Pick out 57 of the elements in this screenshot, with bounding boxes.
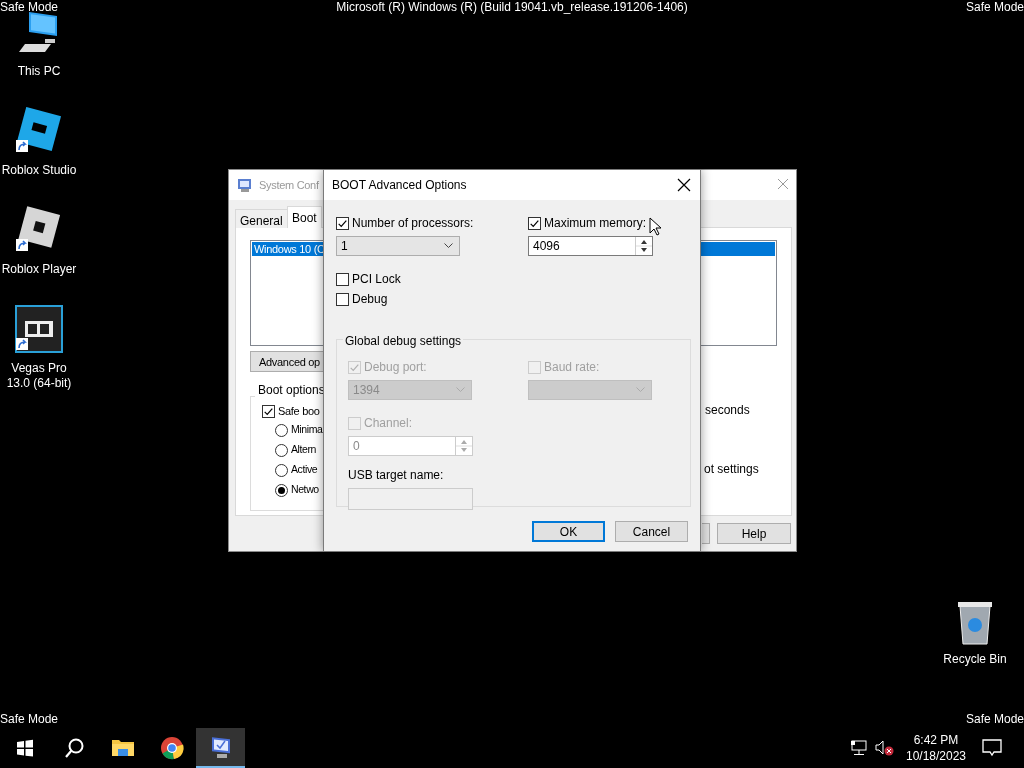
network-icon[interactable] <box>850 740 868 756</box>
icon-label: Roblox Player <box>1 262 77 277</box>
checkbox-label: Baud rate: <box>544 359 600 376</box>
chevron-down-icon <box>456 387 465 393</box>
checkbox[interactable] <box>528 216 541 230</box>
timeout-unit-text: seconds <box>705 402 750 419</box>
tab[interactable]: Boot <box>287 206 322 228</box>
icon-label: Recycle Bin <box>943 652 1007 667</box>
window-title: System Conf <box>259 177 319 193</box>
safe-mode-label: Safe Mode <box>0 712 59 726</box>
processor-count-select[interactable]: 1 <box>336 236 460 256</box>
checkbox-label: Channel: <box>364 415 413 432</box>
safe-mode-label: Safe Mode <box>0 0 59 14</box>
checkbox-label: Debug port: <box>364 359 427 376</box>
safe-mode-label: Safe Mode <box>965 0 1024 14</box>
ok-button[interactable]: OK <box>532 521 605 542</box>
checkbox[interactable] <box>336 216 349 230</box>
cancel-button[interactable]: Cancel <box>615 521 688 542</box>
browser-icon <box>159 736 184 760</box>
square-logo-icon[interactable] <box>15 206 63 254</box>
radio-label: Altern <box>291 442 317 458</box>
icon-label: This PC <box>17 64 61 79</box>
computer-settings-button[interactable] <box>196 728 245 768</box>
checkbox-label: Number of processors: <box>352 215 474 232</box>
advanced-options-button[interactable]: Advanced op <box>250 351 324 372</box>
mouse-pointer-icon <box>649 216 661 236</box>
window-app-icon <box>237 177 253 193</box>
search-icon <box>63 738 84 758</box>
dialog-title: BOOT Advanced Options <box>332 177 467 194</box>
checkbox-label: Safe boo <box>278 403 320 419</box>
checkbox-label: Debug <box>352 291 388 308</box>
checkbox-label: Maximum memory: <box>544 215 646 232</box>
close-icon[interactable] <box>677 178 691 192</box>
square-logo-icon[interactable] <box>15 107 63 155</box>
film-strip-icon[interactable] <box>15 305 63 353</box>
radio-label: Active <box>291 462 318 478</box>
chevron-down-icon <box>444 243 453 249</box>
speaker-icon[interactable] <box>874 740 894 756</box>
tab[interactable]: General <box>235 209 288 228</box>
make-permanent-text: ot settings <box>704 461 759 478</box>
windows-logo-icon <box>14 738 35 758</box>
checkbox[interactable] <box>336 292 349 306</box>
checkbox[interactable] <box>336 272 349 286</box>
memory-spin-field[interactable]: 4096 <box>528 236 653 256</box>
clock-time[interactable]: 6:42 PM <box>900 732 972 748</box>
icon-label: Roblox Studio <box>1 163 77 178</box>
build-info-text: Microsoft (R) Windows (R) (Build 19041.vb_release.191206-1406) <box>336 0 688 14</box>
radio-label: Netwo <box>291 482 319 498</box>
checkbox-label: PCI Lock <box>352 271 401 288</box>
safe-mode-label: Safe Mode <box>965 712 1024 726</box>
icon-label: Vegas Pro 13.0 (64-bit) <box>5 361 73 391</box>
field-label: USB target name: <box>348 467 445 484</box>
help-button[interactable]: Help <box>717 523 791 544</box>
clock-date[interactable]: 10/18/2023 <box>900 748 972 764</box>
chevron-down-icon <box>636 387 645 393</box>
notification-icon[interactable] <box>982 739 1002 757</box>
radio-label: Minima <box>291 422 323 438</box>
